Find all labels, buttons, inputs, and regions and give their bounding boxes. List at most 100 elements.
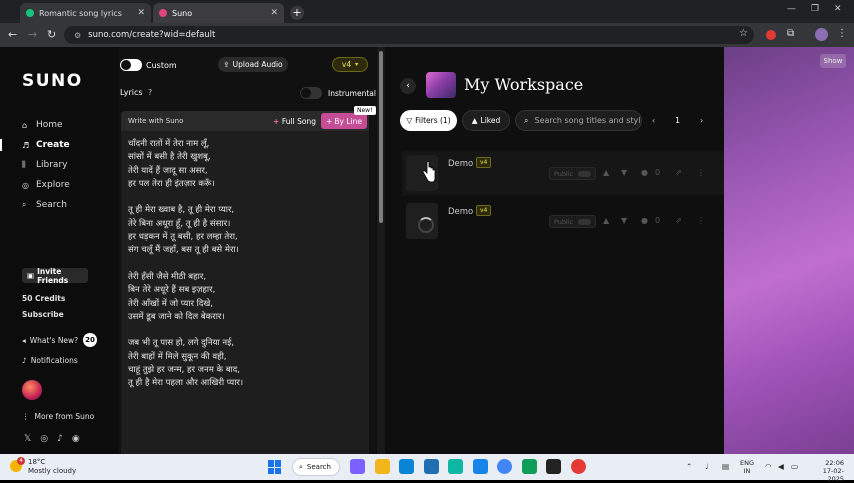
- more-options-icon[interactable]: ⋮: [697, 216, 705, 225]
- bookmark-star-icon[interactable]: ☆: [739, 28, 748, 39]
- more-options-icon[interactable]: ⋮: [697, 168, 705, 177]
- wifi-icon[interactable]: ◠: [765, 462, 772, 471]
- megaphone-icon: ◂: [22, 336, 26, 345]
- by-line-button[interactable]: + By Line: [321, 113, 367, 129]
- tray-overflow-icon[interactable]: ⌃: [686, 462, 692, 471]
- store-app-icon[interactable]: [423, 459, 439, 474]
- like-icon[interactable]: ▲: [603, 168, 609, 177]
- whats-new-link[interactable]: ◂ What's New?: [22, 336, 78, 345]
- song-thumbnail[interactable]: [406, 155, 438, 191]
- extension-icon[interactable]: [766, 30, 776, 40]
- dislike-icon[interactable]: ▼: [621, 168, 627, 177]
- custom-toggle[interactable]: [120, 59, 142, 71]
- song-row[interactable]: Demo v4 Public ▲ ▼ ● 0 ⇗ ⋮: [402, 151, 724, 195]
- lyrics-textarea[interactable]: चाँदनी रातों में तेरा नाम लूँ, सांसों मे…: [128, 138, 364, 391]
- create-scrollbar[interactable]: [377, 47, 385, 454]
- tiktok-icon[interactable]: ♪: [57, 434, 63, 444]
- battery-icon[interactable]: ▭: [791, 462, 798, 471]
- minimize-button[interactable]: —: [787, 4, 796, 14]
- chrome-icon[interactable]: [497, 459, 512, 474]
- share-icon[interactable]: ⇗: [675, 168, 682, 177]
- close-window-button[interactable]: ✕: [834, 4, 842, 14]
- liked-filter-button[interactable]: ▲ Liked: [462, 110, 510, 131]
- instrumental-toggle[interactable]: [300, 87, 322, 99]
- song-search-input[interactable]: ⌕ Search song titles and styles: [515, 110, 642, 131]
- upload-audio-button[interactable]: ⇪ Upload Audio: [218, 57, 288, 72]
- weather-temp: 18°C: [28, 458, 46, 466]
- subscribe-link[interactable]: Subscribe: [22, 310, 64, 319]
- sidebar-item-create[interactable]: ♬ Create: [22, 140, 70, 150]
- dislike-icon[interactable]: ▼: [621, 216, 627, 225]
- file-explorer-icon[interactable]: [374, 459, 390, 474]
- weather-widget[interactable]: 4 18°C Mostly cloudy: [10, 457, 76, 476]
- browser-menu-icon[interactable]: ⋮: [837, 28, 847, 39]
- prev-page-button[interactable]: ‹: [652, 116, 655, 125]
- edge-browser-icon[interactable]: [399, 459, 414, 474]
- sidebar-item-search[interactable]: ⌕ Search: [22, 200, 67, 210]
- x-twitter-icon[interactable]: 𝕏: [24, 434, 31, 444]
- song-title[interactable]: Demo: [448, 159, 473, 169]
- full-song-button[interactable]: + Full Song: [273, 117, 316, 126]
- tab-suno[interactable]: Suno ✕: [153, 3, 284, 23]
- taskbar-search[interactable]: ⌕ Search: [292, 458, 340, 476]
- scrollbar-thumb[interactable]: [379, 51, 383, 223]
- chrome-profile-icon[interactable]: [570, 459, 586, 474]
- user-avatar[interactable]: [22, 380, 42, 400]
- notifications-link[interactable]: ♪ Notifications: [22, 356, 78, 365]
- song-thumbnail[interactable]: [406, 203, 438, 239]
- app-icon[interactable]: [448, 459, 463, 474]
- sidebar-item-home[interactable]: ⌂ Home: [22, 120, 63, 130]
- sidebar-item-explore[interactable]: ◎ Explore: [22, 180, 70, 190]
- more-from-suno-link[interactable]: ⋮ More from Suno: [22, 412, 94, 421]
- help-icon[interactable]: ?: [148, 88, 152, 97]
- address-bar[interactable]: ⚙ suno.com/create?wid=default: [64, 26, 754, 44]
- song-row[interactable]: Demo v4 Public ▲ ▼ ● 0 ⇗ ⋮: [402, 199, 724, 243]
- url-text: suno.com/create?wid=default: [88, 30, 216, 40]
- maximize-button[interactable]: ❐: [811, 4, 819, 14]
- sidebar-item-label: Home: [36, 120, 63, 130]
- system-clock[interactable]: 22:06 17-02-2025: [808, 459, 844, 483]
- forward-icon[interactable]: →: [28, 28, 37, 41]
- back-icon[interactable]: ←: [8, 28, 17, 41]
- windows-start-icon[interactable]: [268, 460, 282, 474]
- liked-label: Liked: [480, 116, 501, 125]
- excel-icon[interactable]: [521, 459, 537, 474]
- site-info-icon[interactable]: ⚙: [74, 31, 81, 40]
- show-button[interactable]: Show: [820, 54, 846, 68]
- comment-icon[interactable]: ●: [641, 168, 648, 177]
- like-icon[interactable]: ▲: [603, 216, 609, 225]
- new-tab-button[interactable]: +: [290, 6, 304, 20]
- public-toggle[interactable]: Public: [549, 215, 596, 228]
- share-icon[interactable]: ⇗: [675, 216, 682, 225]
- public-toggle[interactable]: Public: [549, 167, 596, 180]
- extensions-puzzle-icon[interactable]: ⧉: [787, 28, 794, 39]
- lang-code: ENG: [740, 459, 755, 467]
- language-indicator[interactable]: ENG IN: [740, 459, 754, 475]
- model-version-select[interactable]: v4 ▾: [332, 57, 368, 72]
- copilot-app-icon[interactable]: [350, 459, 365, 474]
- instagram-icon[interactable]: ◎: [40, 434, 48, 444]
- comment-icon[interactable]: ●: [641, 216, 648, 225]
- microphone-icon[interactable]: ♩: [705, 462, 709, 471]
- reload-icon[interactable]: ↻: [47, 28, 56, 41]
- sidebar-item-library[interactable]: ⫼ Library: [22, 160, 67, 170]
- volume-icon[interactable]: ◀: [778, 462, 784, 471]
- bell-icon: ♪: [22, 356, 27, 365]
- invite-friends-button[interactable]: ▣ Invite Friends: [22, 267, 88, 285]
- profile-avatar-icon[interactable]: [815, 28, 828, 41]
- home-icon: ⌂: [22, 120, 28, 130]
- next-page-button[interactable]: ›: [700, 116, 703, 125]
- song-title[interactable]: Demo: [448, 207, 473, 217]
- lyrics-editor[interactable]: Write with Suno + Full Song + By Line New…: [121, 106, 376, 454]
- media-app-icon[interactable]: [546, 459, 561, 474]
- tab-close-icon[interactable]: ✕: [270, 8, 278, 18]
- discord-icon[interactable]: ◉: [72, 434, 80, 444]
- tab-romantic-lyrics[interactable]: Romantic song lyrics ✕: [20, 3, 151, 23]
- suno-logo[interactable]: SUNO: [22, 71, 83, 91]
- keyboard-icon[interactable]: ▤: [722, 462, 729, 471]
- filters-button[interactable]: ▽ Filters (1): [400, 110, 457, 131]
- public-switch: [578, 171, 591, 177]
- todo-app-icon[interactable]: [472, 459, 488, 474]
- back-button[interactable]: ‹: [400, 78, 416, 94]
- tab-close-icon[interactable]: ✕: [137, 8, 145, 18]
